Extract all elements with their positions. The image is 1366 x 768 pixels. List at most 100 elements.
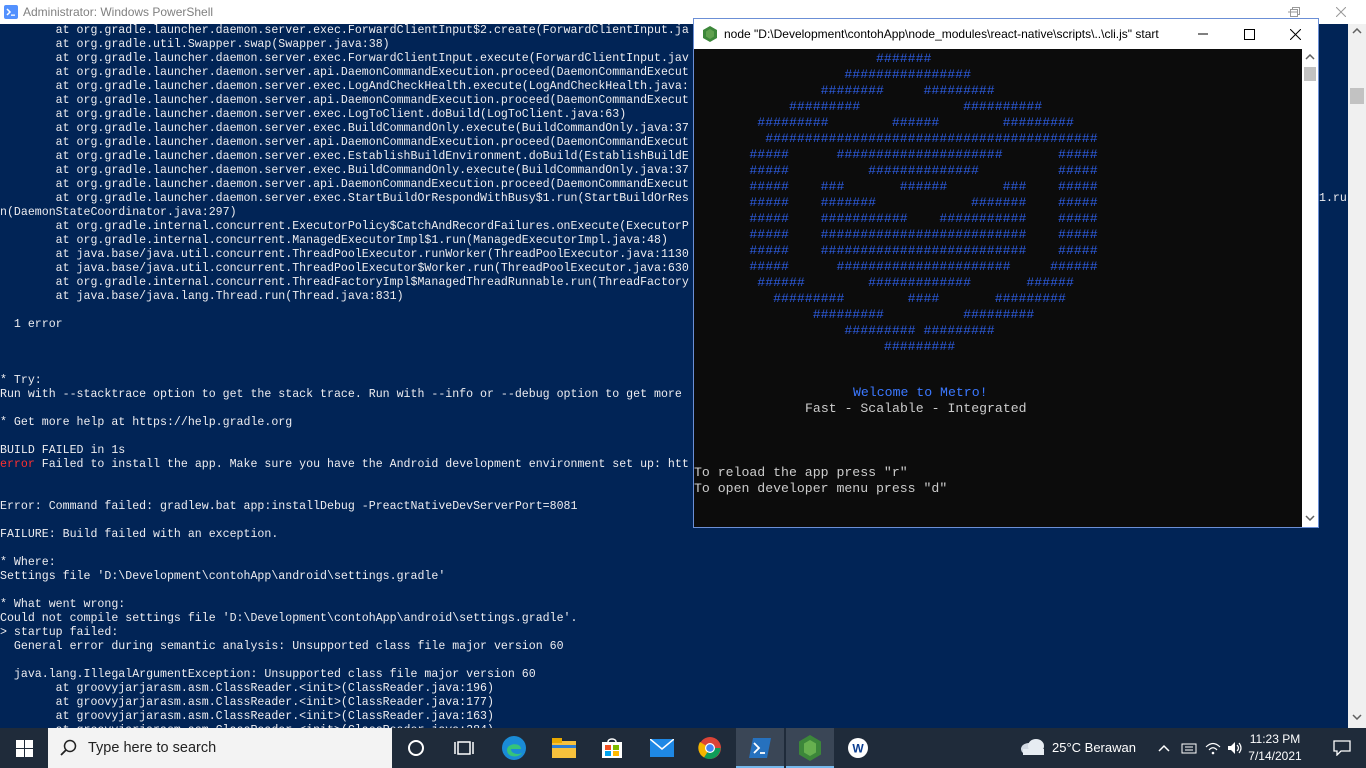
console-line: java.lang.IllegalArgumentException: Unsu… bbox=[0, 668, 536, 681]
metro-logo-line: ##### ########################## ##### bbox=[694, 243, 1098, 258]
console-line: at org.gradle.launcher.daemon.server.exe… bbox=[0, 150, 689, 163]
node-maximize-button[interactable] bbox=[1226, 19, 1272, 49]
clock-time: 11:23 PM bbox=[1249, 732, 1301, 746]
w-app-icon: W bbox=[848, 738, 868, 758]
nodejs-icon bbox=[799, 735, 821, 761]
console-line: * Get more help at https://help.gradle.o… bbox=[0, 416, 293, 429]
console-line: at org.gradle.util.Swapper.swap(Swapper.… bbox=[0, 38, 390, 51]
console-line: at org.gradle.launcher.daemon.server.exe… bbox=[0, 52, 689, 65]
scroll-thumb[interactable] bbox=[1350, 88, 1364, 104]
node-close-button[interactable] bbox=[1272, 19, 1318, 49]
metro-logo-line: ##### ########################## ##### bbox=[694, 227, 1098, 242]
console-line: at groovyjarjarasm.asm.ClassReader.<init… bbox=[0, 710, 494, 723]
taskbar-search-box[interactable]: Type here to search bbox=[48, 728, 392, 768]
edge-icon bbox=[502, 736, 526, 760]
show-hidden-icons-button[interactable] bbox=[1154, 728, 1174, 768]
node-console[interactable]: ####### ################ ######## ######… bbox=[694, 49, 1302, 527]
scroll-up-icon[interactable] bbox=[1352, 28, 1362, 34]
network-button[interactable] bbox=[1202, 728, 1224, 768]
taskbar-clock[interactable]: 11:23 PM 7/14/2021 bbox=[1240, 728, 1310, 768]
node-minimize-button[interactable] bbox=[1180, 19, 1226, 49]
chevron-up-icon bbox=[1158, 744, 1170, 752]
taskbar-task-view[interactable] bbox=[392, 728, 440, 768]
minimize-icon bbox=[1198, 33, 1208, 35]
console-line: * Where: bbox=[0, 556, 56, 569]
powershell-icon bbox=[749, 738, 771, 758]
taskbar-edge[interactable] bbox=[490, 728, 538, 768]
reload-instruction: To reload the app press "r" bbox=[694, 465, 908, 480]
scroll-thumb[interactable] bbox=[1304, 67, 1316, 81]
cortana-circle-icon bbox=[408, 740, 424, 756]
console-line: at org.gradle.launcher.daemon.server.api… bbox=[0, 94, 689, 107]
metro-logo-line: ######### ########## bbox=[694, 99, 1043, 114]
input-method-button[interactable] bbox=[1178, 728, 1200, 768]
cloud-icon bbox=[1021, 739, 1044, 755]
console-line: at org.gradle.launcher.daemon.server.exe… bbox=[0, 80, 689, 93]
taskbar-app-w[interactable]: W bbox=[834, 728, 882, 768]
console-line: at org.gradle.launcher.daemon.server.exe… bbox=[0, 192, 689, 205]
console-line: at org.gradle.launcher.daemon.server.api… bbox=[0, 178, 689, 191]
taskbar-mail[interactable] bbox=[638, 728, 686, 768]
taskbar-file-explorer[interactable] bbox=[540, 728, 588, 768]
node-scrollbar[interactable] bbox=[1302, 49, 1318, 527]
mail-icon bbox=[650, 739, 674, 757]
dev-menu-instruction: To open developer menu press "d" bbox=[694, 481, 948, 496]
scroll-down-icon[interactable] bbox=[1305, 515, 1315, 521]
weather-widget[interactable]: 25°C Berawan bbox=[1018, 728, 1148, 768]
welcome-text: Welcome to Metro! bbox=[853, 385, 988, 400]
powershell-scrollbar[interactable] bbox=[1348, 24, 1366, 728]
task-view-icon bbox=[454, 741, 474, 755]
store-icon bbox=[602, 738, 622, 758]
node-title: node "D:\Development\contohApp\node_modu… bbox=[724, 27, 1159, 41]
console-line: at org.gradle.internal.concurrent.Thread… bbox=[0, 276, 689, 289]
close-icon bbox=[1336, 7, 1346, 17]
maximize-icon bbox=[1243, 28, 1255, 40]
start-button[interactable] bbox=[0, 728, 48, 768]
weather-text: 25°C Berawan bbox=[1052, 740, 1136, 755]
node-metro-window[interactable]: node "D:\Development\contohApp\node_modu… bbox=[693, 18, 1319, 528]
metro-logo-line: ################ bbox=[694, 67, 971, 82]
console-line: > startup failed: bbox=[0, 626, 119, 639]
taskbar-powershell[interactable] bbox=[736, 728, 784, 768]
close-icon bbox=[1289, 28, 1301, 40]
console-line: Error: Command failed: gradlew.bat app:i… bbox=[0, 500, 578, 513]
nodejs-icon bbox=[703, 26, 717, 42]
console-line: at org.gradle.launcher.daemon.server.api… bbox=[0, 136, 689, 149]
clock-date: 7/14/2021 bbox=[1248, 749, 1302, 763]
console-line: BUILD FAILED in 1s bbox=[0, 444, 126, 457]
metro-logo-line: ###### ############# ###### bbox=[694, 275, 1074, 290]
taskbar-chrome[interactable] bbox=[686, 728, 734, 768]
console-line: at org.gradle.launcher.daemon.server.exe… bbox=[0, 122, 689, 135]
scroll-up-icon[interactable] bbox=[1305, 54, 1315, 60]
console-line: n(DaemonStateCoordinator.java:297) bbox=[0, 206, 237, 219]
metro-logo-line: ########################################… bbox=[694, 131, 1098, 146]
windows-logo-icon bbox=[15, 739, 33, 757]
error-message: Failed to install the app. Make sure you… bbox=[34, 458, 689, 471]
console-line: at org.gradle.launcher.daemon.server.api… bbox=[0, 66, 689, 79]
tagline-text: Fast - Scalable - Integrated bbox=[805, 401, 1027, 416]
taskbar: Type here to search W 25°C Berawan 11:23… bbox=[0, 728, 1366, 768]
taskbar-store[interactable] bbox=[588, 728, 636, 768]
taskbar-node[interactable] bbox=[786, 728, 834, 768]
node-titlebar[interactable]: node "D:\Development\contohApp\node_modu… bbox=[694, 19, 1318, 49]
taskbar-timeline[interactable] bbox=[440, 728, 488, 768]
action-center-button[interactable] bbox=[1318, 728, 1366, 768]
svg-text:W: W bbox=[852, 742, 864, 756]
console-line: at org.gradle.launcher.daemon.server.exe… bbox=[0, 108, 627, 121]
metro-logo-line: ######### #### ######### bbox=[694, 291, 1066, 306]
console-line: at java.base/java.lang.Thread.run(Thread… bbox=[0, 290, 404, 303]
metro-logo-line: ######### ######### bbox=[694, 307, 1035, 322]
console-line: Could not compile settings file 'D:\Deve… bbox=[0, 612, 578, 625]
metro-logo-line: ######### bbox=[694, 339, 956, 354]
chrome-icon bbox=[698, 737, 721, 759]
console-line: Run with --stacktrace option to get the … bbox=[0, 388, 682, 401]
metro-logo-line: ##### ### ###### ### ##### bbox=[694, 179, 1098, 194]
console-line: 1 error bbox=[0, 318, 63, 331]
ps-close-button[interactable] bbox=[1318, 0, 1364, 24]
console-line: at groovyjarjarasm.asm.ClassReader.<init… bbox=[0, 696, 494, 709]
metro-logo-line: ######### ######### bbox=[694, 323, 995, 338]
error-label: error bbox=[0, 458, 35, 471]
metro-logo-line: ####### bbox=[694, 51, 932, 66]
powershell-title: Administrator: Windows PowerShell bbox=[23, 5, 214, 19]
scroll-down-icon[interactable] bbox=[1352, 714, 1362, 720]
